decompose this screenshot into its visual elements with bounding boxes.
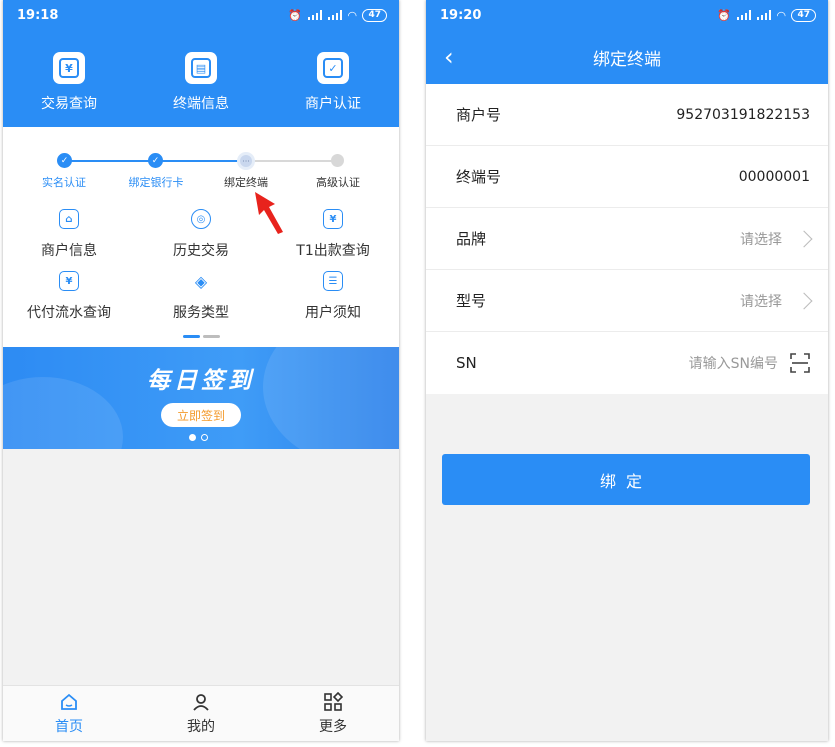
home-icon: [59, 692, 79, 712]
function-grid: ⌂ 商户信息 ◎ 历史交易 ¥ T1出款查询 ¥ 代付流水查询 ◈ 服务类型 ☰: [3, 195, 399, 347]
store-check-icon: ✓: [317, 52, 349, 84]
sn-row: SN 请输入SN编号: [426, 332, 828, 394]
payment-flow-button[interactable]: ¥ 代付流水查询: [3, 271, 135, 333]
status-bar: 19:18 ⏰ ◠ 47: [3, 0, 399, 30]
chevron-right-icon: [795, 292, 813, 309]
todo-dot: [331, 154, 344, 167]
merchant-info-button[interactable]: ⌂ 商户信息: [3, 209, 135, 271]
model-select[interactable]: 型号 请选择: [426, 270, 828, 332]
step-label-bind-terminal[interactable]: 绑定终端: [224, 174, 268, 190]
user-notice-button[interactable]: ☰ 用户须知: [267, 271, 399, 333]
pending-icon: ···: [237, 152, 255, 170]
layers-icon: ◈: [194, 271, 208, 291]
step-label-advanced[interactable]: 高级认证: [316, 174, 360, 190]
yuan-icon: ¥: [323, 209, 343, 229]
brand-placeholder: 请选择: [740, 231, 782, 248]
battery-icon: 47: [362, 8, 387, 22]
yuan-clock-icon: ¥: [59, 271, 79, 291]
terminal-no-value: 00000001: [738, 168, 810, 185]
bind-form: 商户号 952703191822153 终端号 00000001 品牌 请选择 …: [426, 84, 828, 394]
step-connector: [64, 160, 156, 162]
status-time: 19:20: [440, 7, 482, 23]
store-icon: ⌂: [59, 209, 79, 229]
scan-icon[interactable]: [790, 353, 810, 373]
wifi-icon: ◠: [348, 8, 357, 22]
sn-input[interactable]: 请输入SN编号: [689, 353, 778, 373]
bottom-tabbar: 首页 我的 更多: [3, 685, 399, 741]
red-arrow-annotation: [255, 192, 283, 234]
trade-query-button[interactable]: ¥ 交易查询: [3, 52, 135, 113]
tab-mine[interactable]: 我的: [135, 686, 267, 741]
check-icon: ✓: [57, 153, 72, 168]
signal-icon: [737, 10, 751, 20]
bind-terminal-screen: 19:20 ⏰ ◠ 47 ‹ 绑定终端 商户号 952703191822153 …: [426, 0, 828, 741]
apps-icon: [323, 691, 343, 712]
checkin-banner[interactable]: 每日签到 立即签到: [3, 347, 399, 449]
signal-icon: [757, 10, 771, 20]
merchant-no-row: 商户号 952703191822153: [426, 84, 828, 146]
step-connector: [156, 160, 246, 162]
signal-icon: [328, 10, 342, 20]
yuan-icon: ¥: [53, 52, 85, 84]
step-label-bind-card[interactable]: 绑定银行卡: [129, 174, 184, 190]
home-screen: 19:18 ⏰ ◠ 47 ¥ 交易查询 ▤ 终端信息 ✓ 商户认证 ✓ ✓ ··…: [3, 0, 399, 741]
home-header: 19:18 ⏰ ◠ 47 ¥ 交易查询 ▤ 终端信息 ✓ 商户认证: [3, 0, 399, 127]
document-icon: ☰: [323, 271, 343, 291]
bind-button[interactable]: 绑定: [442, 454, 810, 505]
merchant-no-value: 952703191822153: [676, 106, 810, 123]
status-time: 19:18: [17, 7, 59, 23]
history-trade-button[interactable]: ◎ 历史交易: [135, 209, 267, 271]
user-icon: [191, 692, 211, 712]
grid-pager: [3, 335, 399, 338]
brand-select[interactable]: 品牌 请选择: [426, 208, 828, 270]
status-bar: 19:20 ⏰ ◠ 47: [426, 0, 828, 30]
back-icon[interactable]: ‹: [444, 43, 454, 71]
page-title: 绑定终端: [593, 49, 661, 70]
progress-steps: ✓ ✓ ··· 实名认证 绑定银行卡 绑定终端 高级认证: [3, 127, 399, 195]
merchant-auth-button[interactable]: ✓ 商户认证: [267, 52, 399, 113]
banner-title: 每日签到: [147, 368, 255, 394]
terminal-icon: ▤: [185, 52, 217, 84]
step-connector: [246, 160, 338, 162]
model-placeholder: 请选择: [740, 293, 782, 310]
alarm-icon: ⏰: [717, 8, 731, 22]
banner-indicator: [189, 434, 208, 441]
terminal-info-button[interactable]: ▤ 终端信息: [135, 52, 267, 113]
alarm-icon: ⏰: [288, 8, 302, 22]
service-type-button[interactable]: ◈ 服务类型: [135, 271, 267, 333]
chevron-right-icon: [795, 230, 813, 247]
bind-terminal-header: 19:20 ⏰ ◠ 47 ‹ 绑定终端: [426, 0, 828, 84]
step-label-realname[interactable]: 实名认证: [42, 174, 86, 190]
terminal-no-row: 终端号 00000001: [426, 146, 828, 208]
wifi-icon: ◠: [777, 8, 786, 22]
battery-icon: 47: [791, 8, 816, 22]
signal-icon: [308, 10, 322, 20]
search-chart-icon: ◎: [191, 209, 211, 229]
tab-home[interactable]: 首页: [3, 686, 135, 741]
nav-bar: ‹ 绑定终端: [426, 30, 828, 84]
tab-more[interactable]: 更多: [267, 686, 399, 741]
check-icon: ✓: [148, 153, 163, 168]
checkin-button[interactable]: 立即签到: [161, 403, 241, 427]
